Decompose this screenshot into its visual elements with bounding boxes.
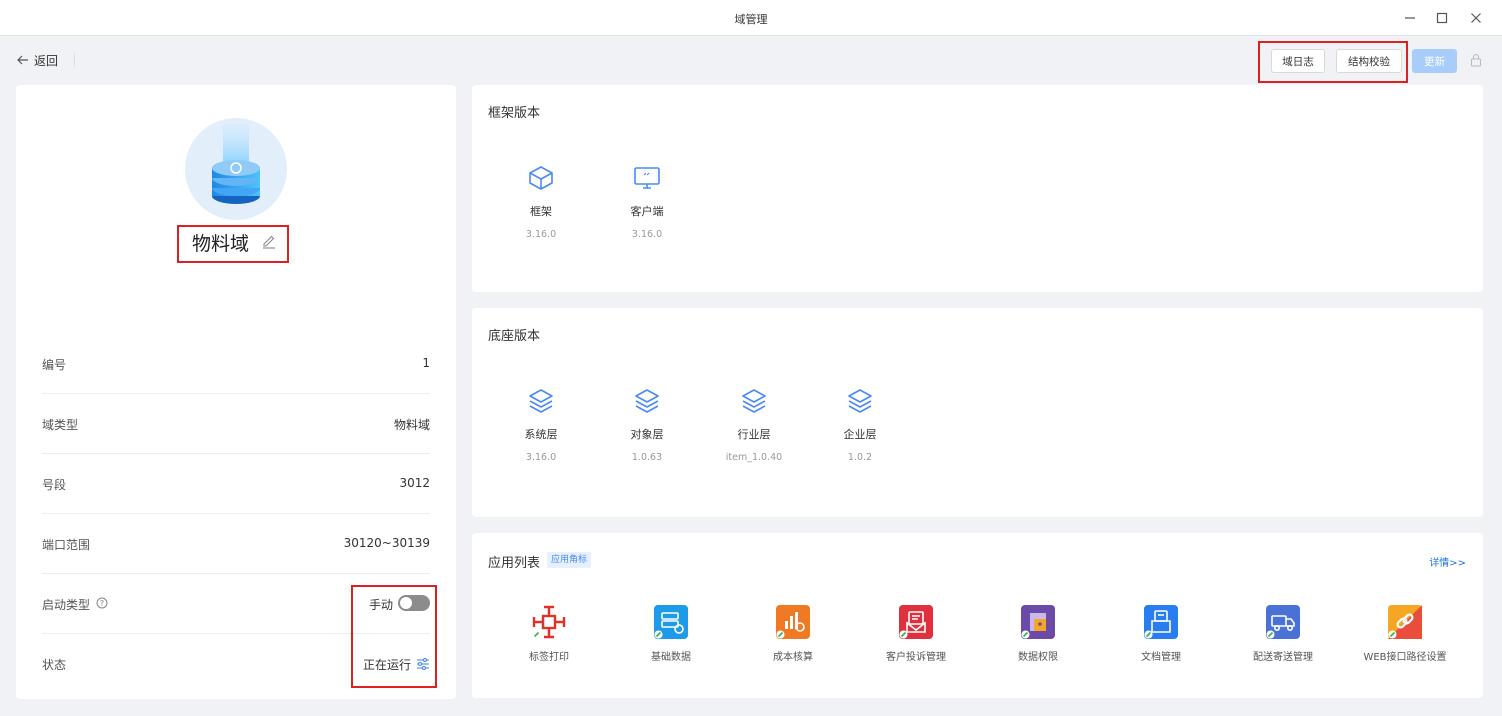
base-version-card: 底座版本 系统层 3.16.0 对象层 1.0.63 行业层 item_1.0.… xyxy=(472,308,1483,517)
version-name: 对象层 xyxy=(630,428,664,441)
domain-name: 物料域 xyxy=(192,233,250,255)
cost-accounting-icon xyxy=(776,605,810,639)
info-row-type: 域类型 物料域 xyxy=(42,394,430,454)
segment-label: 号段 xyxy=(42,478,67,492)
toolbar: 返回 域日志 结构校验 更新 xyxy=(0,37,1502,83)
document-management-icon xyxy=(1144,605,1178,639)
details-link[interactable]: 详情>> xyxy=(1429,554,1466,569)
app-document-management[interactable]: 文档管理 xyxy=(1100,605,1222,663)
version-item-system: 系统层 3.16.0 xyxy=(491,386,591,463)
port-label: 端口范围 xyxy=(42,538,91,552)
app-label-print[interactable]: 标签打印 xyxy=(488,605,610,663)
app-web-interface-path[interactable]: WEB接口路径设置 xyxy=(1344,605,1466,663)
version-number: 3.16.0 xyxy=(525,229,557,240)
version-item-object: 对象层 1.0.63 xyxy=(597,386,697,463)
back-label: 返回 xyxy=(34,54,59,68)
segment-value: 3012 xyxy=(399,476,430,490)
app-list-title: 应用列表 xyxy=(488,556,541,571)
domain-log-button[interactable]: 域日志 xyxy=(1271,49,1325,73)
minimize-icon[interactable] xyxy=(1400,8,1420,28)
box-icon xyxy=(529,166,553,190)
maximize-icon[interactable] xyxy=(1432,8,1452,28)
version-number: 3.16.0 xyxy=(525,452,557,463)
start-type-label: 启动类型 xyxy=(42,598,91,612)
layers-icon xyxy=(848,389,872,413)
lock-icon[interactable] xyxy=(1469,53,1483,67)
id-value: 1 xyxy=(422,356,430,370)
layers-icon xyxy=(742,389,766,413)
port-value: 30120~30139 xyxy=(343,536,430,550)
version-name: 行业层 xyxy=(737,428,771,441)
link-chain-icon xyxy=(1388,605,1422,639)
version-number: item_1.0.40 xyxy=(725,452,783,463)
app-name: 文档管理 xyxy=(1141,652,1181,663)
app-name: 数据权限 xyxy=(1018,652,1058,663)
version-number: 1.0.2 xyxy=(847,452,873,463)
app-name: 基础数据 xyxy=(651,652,691,663)
app-delivery-management[interactable]: 配送寄送管理 xyxy=(1222,605,1344,663)
layers-icon xyxy=(529,389,553,413)
app-name: WEB接口路径设置 xyxy=(1363,652,1447,663)
edit-icon[interactable] xyxy=(261,233,277,249)
version-item-framework: 框架 3.16.0 xyxy=(491,163,591,240)
version-name: 企业层 xyxy=(843,428,877,441)
app-basic-data[interactable]: 基础数据 xyxy=(610,605,732,663)
customer-complaint-icon xyxy=(899,605,933,639)
version-item-client: 客户端 3.16.0 xyxy=(597,163,697,240)
layers-icon xyxy=(635,389,659,413)
app-data-permission[interactable]: 数据权限 xyxy=(977,605,1099,663)
version-name: 客户端 xyxy=(630,205,664,218)
app-name: 成本核算 xyxy=(773,652,813,663)
close-icon[interactable] xyxy=(1466,8,1486,28)
version-name: 系统层 xyxy=(524,428,558,441)
app-cost-accounting[interactable]: 成本核算 xyxy=(732,605,854,663)
domain-info-panel: 物料域 编号 1 域类型 物料域 号段 3012 端口范围 30120~3013… xyxy=(16,85,456,699)
domain-avatar xyxy=(185,118,287,220)
divider xyxy=(74,53,75,67)
app-list-card: 应用列表 应用角标 详情>> 标签打印 基础数据 成本核算 客户投诉管理 数据权… xyxy=(472,533,1483,698)
app-name: 标签打印 xyxy=(529,652,569,663)
framework-title: 框架版本 xyxy=(488,106,541,121)
window-title: 域管理 xyxy=(734,13,768,26)
id-label: 编号 xyxy=(42,358,67,372)
base-title: 底座版本 xyxy=(488,329,541,344)
arrow-left-icon xyxy=(17,54,29,68)
status-label: 状态 xyxy=(42,658,67,672)
back-button[interactable]: 返回 xyxy=(17,52,58,69)
delivery-truck-icon xyxy=(1266,605,1300,639)
app-customer-complaint[interactable]: 客户投诉管理 xyxy=(855,605,977,663)
version-name: 框架 xyxy=(530,205,552,218)
label-print-icon xyxy=(532,605,566,639)
info-row-port: 端口范围 30120~30139 xyxy=(42,514,430,574)
basic-data-icon xyxy=(654,605,688,639)
help-icon[interactable]: ? xyxy=(96,597,108,609)
type-value: 物料域 xyxy=(393,418,430,432)
structure-check-button[interactable]: 结构校验 xyxy=(1336,49,1402,73)
app-name: 配送寄送管理 xyxy=(1253,652,1313,663)
version-item-industry: 行业层 item_1.0.40 xyxy=(704,386,804,463)
version-number: 1.0.63 xyxy=(631,452,663,463)
highlight-box xyxy=(351,585,437,688)
app-badge-tag: 应用角标 xyxy=(547,552,592,568)
update-button[interactable]: 更新 xyxy=(1412,49,1457,73)
app-name: 客户投诉管理 xyxy=(886,652,946,663)
info-row-segment: 号段 3012 xyxy=(42,454,430,514)
monitor-icon xyxy=(634,167,660,189)
framework-version-card: 框架版本 框架 3.16.0 客户端 3.16.0 xyxy=(472,85,1483,292)
version-number: 3.16.0 xyxy=(631,229,663,240)
window-titlebar: 域管理 xyxy=(0,0,1502,36)
svg-text:?: ? xyxy=(100,599,104,608)
info-row-id: 编号 1 xyxy=(42,334,430,394)
version-item-enterprise: 企业层 1.0.2 xyxy=(810,386,910,463)
data-permission-icon xyxy=(1021,605,1055,639)
type-label: 域类型 xyxy=(42,418,79,432)
